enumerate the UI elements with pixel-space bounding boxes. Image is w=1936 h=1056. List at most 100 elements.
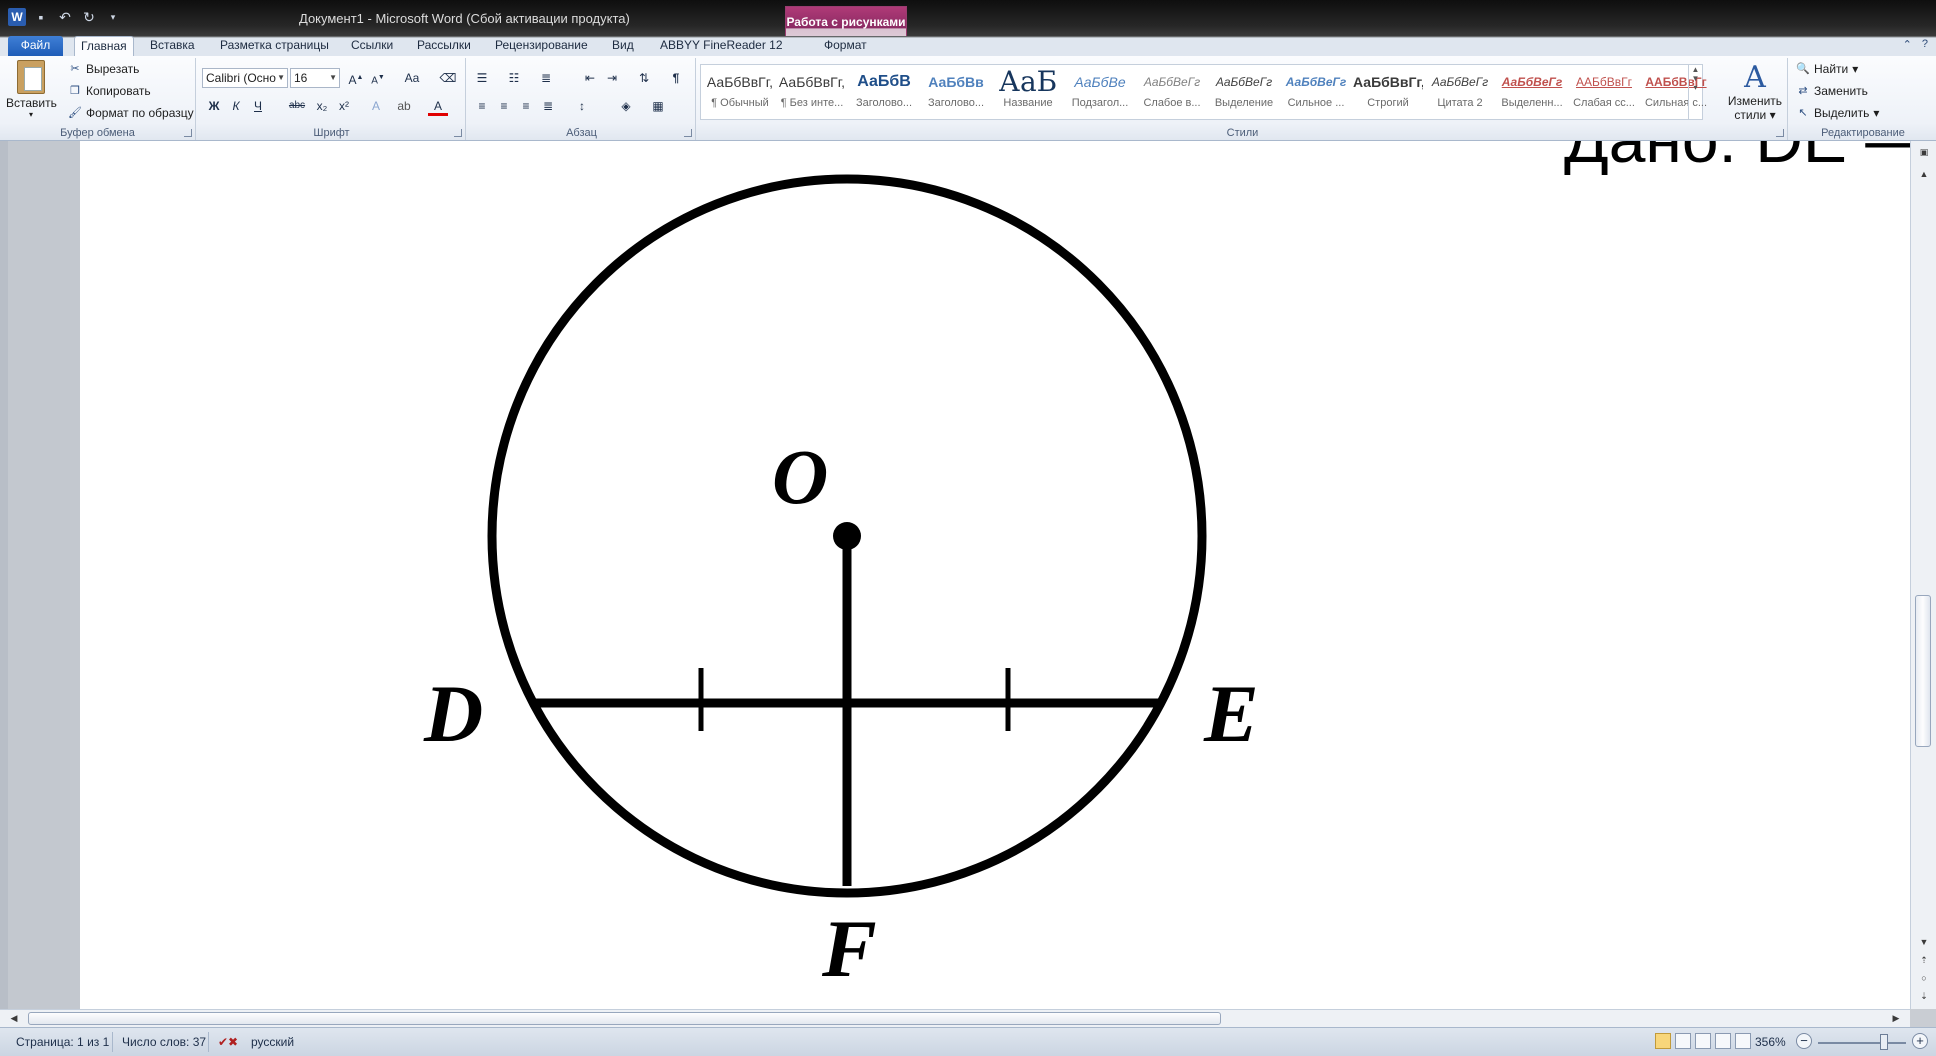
find-button[interactable]: 🔍 Найти ▾ — [1796, 62, 1858, 76]
style-item[interactable]: АаБбВвГг, Строгий — [1353, 67, 1423, 117]
align-center-icon[interactable]: ≡ — [494, 96, 514, 116]
previous-page-icon[interactable]: ⇡ — [1916, 953, 1932, 967]
gallery-down-icon[interactable]: ▼ — [1689, 74, 1702, 83]
justify-icon[interactable]: ≣ — [538, 96, 558, 116]
styles-dialog-launcher[interactable] — [1776, 129, 1784, 137]
show-marks-button[interactable]: ¶ — [666, 68, 686, 88]
tab-6[interactable]: Рецензирование — [489, 36, 594, 56]
zoom-in-icon[interactable]: + — [1912, 1033, 1928, 1049]
tab-1[interactable]: Главная — [74, 36, 134, 56]
change-case-button[interactable]: Aa — [398, 68, 426, 88]
text-effects-icon[interactable]: A — [366, 96, 386, 116]
highlight-icon[interactable]: ab — [394, 96, 414, 116]
bullets-icon[interactable]: ☰ — [472, 68, 492, 88]
tab-8[interactable]: ABBYY FineReader 12 — [654, 36, 789, 56]
vertical-scroll-thumb[interactable] — [1915, 595, 1931, 747]
format-painter-button[interactable]: 🖌 Формат по образцу — [68, 106, 194, 120]
paste-button[interactable]: Вставить ▾ — [6, 60, 57, 119]
style-item[interactable]: АаБ Название — [993, 67, 1063, 117]
zoom-out-icon[interactable]: − — [1796, 1033, 1812, 1049]
tab-9[interactable]: Формат — [818, 36, 873, 56]
font-color-icon[interactable]: A — [428, 96, 448, 116]
sort-icon[interactable]: ⇅ — [634, 68, 654, 88]
tab-0[interactable]: Файл — [8, 36, 63, 56]
minimize-ribbon-icon[interactable]: ⌃ — [1903, 38, 1912, 51]
zoom-slider[interactable] — [1818, 1042, 1906, 1044]
font-size-combo[interactable]: 16 ▼ — [290, 68, 340, 88]
save-icon[interactable]: ▪ — [32, 8, 50, 26]
customize-qat-icon[interactable]: ▾ — [104, 8, 122, 26]
align-right-icon[interactable]: ≡ — [516, 96, 536, 116]
horizontal-scroll-thumb[interactable] — [28, 1012, 1221, 1025]
style-item[interactable]: АаБбВвГг, ¶ Обычный — [705, 67, 775, 117]
style-item[interactable]: АаБбВ Заголово... — [849, 67, 919, 117]
copy-button[interactable]: ❐ Копировать — [68, 84, 151, 98]
undo-icon[interactable]: ↶ — [56, 8, 74, 26]
numbering-icon[interactable]: ☷ — [504, 68, 524, 88]
tab-7[interactable]: Вид — [606, 36, 640, 56]
line-spacing-icon[interactable]: ↕ — [572, 96, 592, 116]
horizontal-scrollbar[interactable]: ◀ ▶ — [0, 1009, 1910, 1027]
cut-button[interactable]: ✂ Вырезать — [68, 62, 139, 76]
shrink-font-button[interactable]: A▼ — [368, 68, 388, 88]
browse-object-icon[interactable]: ○ — [1916, 971, 1932, 985]
outline-icon[interactable] — [1715, 1033, 1731, 1049]
increase-indent-icon[interactable]: ⇥ — [602, 68, 622, 88]
font-dialog-launcher[interactable] — [454, 129, 462, 137]
tab-5[interactable]: Рассылки — [411, 36, 477, 56]
underline-button[interactable]: Ч — [248, 96, 268, 116]
styles-gallery-scroll[interactable]: ▲ ▼ ▾ — [1688, 65, 1702, 119]
grow-font-button[interactable]: A▲ — [346, 68, 366, 88]
word-count[interactable]: Число слов: 37 — [122, 1035, 206, 1049]
proofing-icon[interactable]: ✔✖ — [218, 1035, 238, 1049]
draft-icon[interactable] — [1735, 1033, 1751, 1049]
superscript-button[interactable]: x² — [334, 96, 354, 116]
style-item[interactable]: АаБбВвГг, ¶ Без инте... — [777, 67, 847, 117]
clear-formatting-icon[interactable]: ⌫ — [438, 68, 458, 88]
bold-button[interactable]: Ж — [204, 96, 224, 116]
multilevel-list-icon[interactable]: ≣ — [536, 68, 556, 88]
language[interactable]: русский — [251, 1035, 294, 1049]
scroll-left-icon[interactable]: ◀ — [6, 1011, 22, 1026]
print-layout-icon[interactable] — [1655, 1033, 1671, 1049]
vertical-scrollbar[interactable]: ▣ ▲ ▼ ⇡ ○ ⇣ — [1910, 141, 1936, 1009]
decrease-indent-icon[interactable]: ⇤ — [580, 68, 600, 88]
full-screen-reading-icon[interactable] — [1675, 1033, 1691, 1049]
tab-2[interactable]: Вставка — [144, 36, 201, 56]
subscript-button[interactable]: x₂ — [312, 96, 332, 116]
ruler-toggle-icon[interactable]: ▣ — [1916, 145, 1932, 159]
help-icon[interactable]: ? — [1922, 38, 1928, 51]
style-item[interactable]: АаБбВеГг Цитата 2 — [1425, 67, 1495, 117]
style-item[interactable]: АаБбВв Заголово... — [921, 67, 991, 117]
zoom-level[interactable]: 356% — [1755, 1035, 1786, 1049]
select-button[interactable]: ↖ Выделить ▾ — [1796, 106, 1879, 120]
page-count[interactable]: Страница: 1 из 1 — [16, 1035, 109, 1049]
replace-button[interactable]: ⇄ Заменить — [1796, 84, 1868, 98]
style-item[interactable]: АаБбВеГг Сильное ... — [1281, 67, 1351, 117]
style-item[interactable]: АаБбВе Подзагол... — [1065, 67, 1135, 117]
word-logo-icon[interactable]: W — [8, 8, 26, 26]
scroll-up-icon[interactable]: ▲ — [1916, 167, 1932, 181]
change-styles-button[interactable]: A Изменить стили ▾ — [1724, 62, 1786, 123]
scroll-down-icon[interactable]: ▼ — [1916, 935, 1932, 949]
geometry-figure[interactable]: O D E F — [80, 141, 1910, 1009]
zoom-slider-thumb[interactable] — [1880, 1034, 1888, 1050]
gallery-more-icon[interactable]: ▾ — [1689, 83, 1702, 92]
style-item[interactable]: АаБбВеГг Выделение — [1209, 67, 1279, 117]
italic-button[interactable]: К — [226, 96, 246, 116]
redo-icon[interactable]: ↻ — [80, 8, 98, 26]
font-name-combo[interactable]: Calibri (Осно ▼ — [202, 68, 288, 88]
align-left-icon[interactable]: ≡ — [472, 96, 492, 116]
gallery-up-icon[interactable]: ▲ — [1689, 65, 1702, 74]
paragraph-dialog-launcher[interactable] — [684, 129, 692, 137]
style-item[interactable]: АаБбВеГг Выделенн... — [1497, 67, 1567, 117]
clipboard-dialog-launcher[interactable] — [184, 129, 192, 137]
strikethrough-button[interactable]: abc — [284, 96, 310, 116]
web-layout-icon[interactable] — [1695, 1033, 1711, 1049]
style-item[interactable]: АаБбВеГг Слабое в... — [1137, 67, 1207, 117]
borders-icon[interactable]: ▦ — [648, 96, 668, 116]
tab-4[interactable]: Ссылки — [345, 36, 399, 56]
scroll-right-icon[interactable]: ▶ — [1888, 1011, 1904, 1026]
next-page-icon[interactable]: ⇣ — [1916, 989, 1932, 1003]
shading-icon[interactable]: ◈ — [616, 96, 636, 116]
